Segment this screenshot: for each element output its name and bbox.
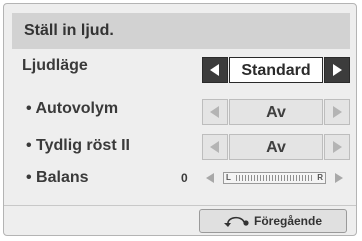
- right-arrow-icon: [333, 106, 342, 118]
- auto-volume-selector[interactable]: Av: [202, 99, 350, 125]
- balance-right-marker: R: [317, 173, 323, 182]
- balance-left-marker: L: [226, 173, 231, 182]
- balance-right-arrow-icon[interactable]: [332, 170, 346, 186]
- clear-voice-value: Av: [229, 134, 323, 160]
- sound-mode-prev-button[interactable]: [202, 57, 228, 83]
- balance-slider-ticks: [236, 175, 313, 181]
- auto-volume-label: • Autovolym: [26, 100, 119, 117]
- auto-volume-next-button[interactable]: [324, 99, 350, 125]
- balance-left-arrow-icon[interactable]: [203, 170, 217, 186]
- right-arrow-icon: [333, 141, 342, 153]
- clear-voice-prev-button[interactable]: [202, 134, 228, 160]
- auto-volume-prev-button[interactable]: [202, 99, 228, 125]
- balance-value: 0: [181, 171, 188, 185]
- clear-voice-next-button[interactable]: [324, 134, 350, 160]
- previous-button[interactable]: Föregående: [199, 209, 347, 233]
- left-arrow-icon: [210, 106, 219, 118]
- footer-divider: [4, 205, 356, 206]
- balance-slider[interactable]: L R: [223, 172, 326, 184]
- sound-mode-next-button[interactable]: [324, 57, 350, 83]
- sound-mode-label: Ljudläge: [22, 57, 88, 74]
- sound-mode-selector[interactable]: Standard: [202, 57, 350, 83]
- auto-volume-value: Av: [229, 99, 323, 125]
- sound-mode-value: Standard: [229, 57, 323, 83]
- balance-label: • Balans: [26, 169, 89, 186]
- sound-settings-dialog: Ställ in ljud. Ljudläge Standard • Autov…: [3, 3, 357, 236]
- right-arrow-icon: [333, 64, 342, 76]
- left-arrow-icon: [210, 64, 219, 76]
- left-arrow-icon: [210, 141, 219, 153]
- dialog-title: Ställ in ljud.: [12, 13, 350, 49]
- clear-voice-label: • Tydlig röst II: [26, 137, 130, 154]
- clear-voice-selector[interactable]: Av: [202, 134, 350, 160]
- previous-button-label: Föregående: [254, 214, 323, 228]
- back-return-icon: [224, 216, 249, 227]
